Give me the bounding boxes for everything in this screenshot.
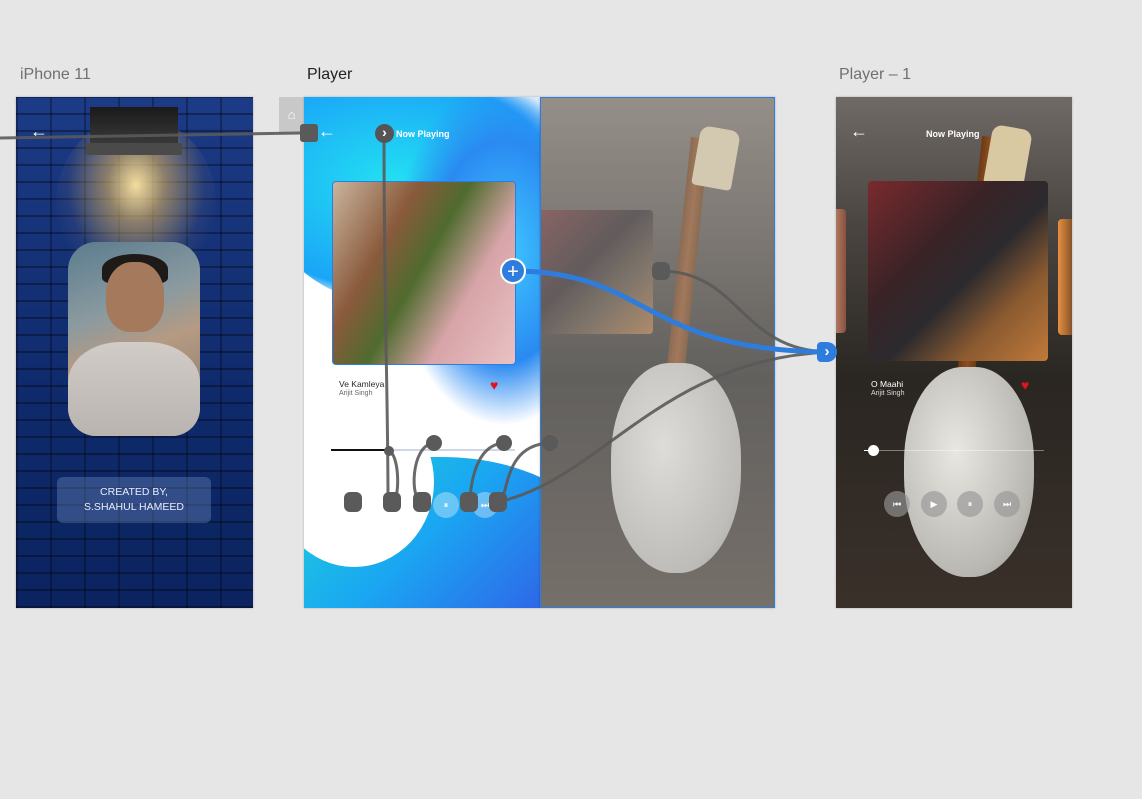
portrait-shirt: [68, 342, 200, 436]
song-artist: Arijit Singh: [339, 390, 373, 397]
next-button[interactable]: ⏭: [472, 492, 498, 518]
portrait-face: [106, 262, 164, 332]
guitar-body: [904, 367, 1034, 577]
artboard-label-iphone[interactable]: iPhone 11: [20, 66, 91, 84]
pause-button[interactable]: ⏸: [957, 491, 983, 517]
lamp-hood: [90, 107, 178, 145]
back-arrow-icon[interactable]: ←: [30, 121, 48, 142]
progress-fill: [331, 449, 387, 451]
play-button[interactable]: ▶: [394, 492, 420, 518]
player-selection-area[interactable]: [540, 97, 775, 608]
lamp: [86, 143, 182, 155]
progress-track[interactable]: [331, 449, 515, 451]
profile-portrait: [68, 242, 200, 436]
album-art[interactable]: [332, 181, 516, 365]
home-icon[interactable]: ⌂: [279, 97, 304, 132]
progress-knob[interactable]: [868, 445, 879, 456]
credit-card: CREATED BY, S.SHAHUL HAMEED: [57, 477, 211, 523]
artboard-player[interactable]: ← Now Playing Ve Kamleya Arijit Singh ♥ …: [304, 97, 540, 608]
artboard-iphone[interactable]: ← CREATED BY, S.SHAHUL HAMEED: [16, 97, 253, 608]
album-art-next[interactable]: [1058, 219, 1072, 335]
album-art-prev[interactable]: [836, 209, 846, 333]
next-button[interactable]: ⏭: [994, 491, 1020, 517]
heart-icon[interactable]: ♥: [490, 377, 498, 393]
album-art[interactable]: [868, 181, 1048, 361]
artboard-player1[interactable]: ← Now Playing O Maahi Arijit Singh ♥ ⏮ ▶…: [836, 97, 1072, 608]
heart-icon[interactable]: ♥: [1021, 377, 1029, 393]
play-button[interactable]: ▶: [921, 491, 947, 517]
prev-button[interactable]: ⏮: [884, 491, 910, 517]
artboard-label-player[interactable]: Player: [307, 66, 352, 84]
link-arrow-icon[interactable]: ›: [375, 124, 394, 143]
pause-button[interactable]: ⏸: [433, 492, 459, 518]
dimmed-overlay: [541, 98, 774, 607]
song-title: O Maahi: [871, 379, 904, 389]
prev-button[interactable]: ⏮: [342, 492, 368, 518]
credit-line-1: CREATED BY,: [100, 486, 168, 498]
now-playing-title: Now Playing: [926, 129, 980, 139]
link-target-arrow-icon[interactable]: ›: [817, 342, 837, 362]
add-interaction-icon[interactable]: +: [500, 258, 526, 284]
back-arrow-icon[interactable]: ←: [318, 121, 336, 142]
now-playing-title: Now Playing: [396, 129, 450, 139]
song-title: Ve Kamleya: [339, 379, 385, 389]
artboard-label-player1[interactable]: Player – 1: [839, 66, 911, 84]
song-artist: Arijit Singh: [871, 390, 905, 397]
credit-line-2: S.SHAHUL HAMEED: [84, 501, 184, 513]
back-arrow-icon[interactable]: ←: [850, 121, 868, 142]
progress-track[interactable]: [864, 445, 1044, 456]
